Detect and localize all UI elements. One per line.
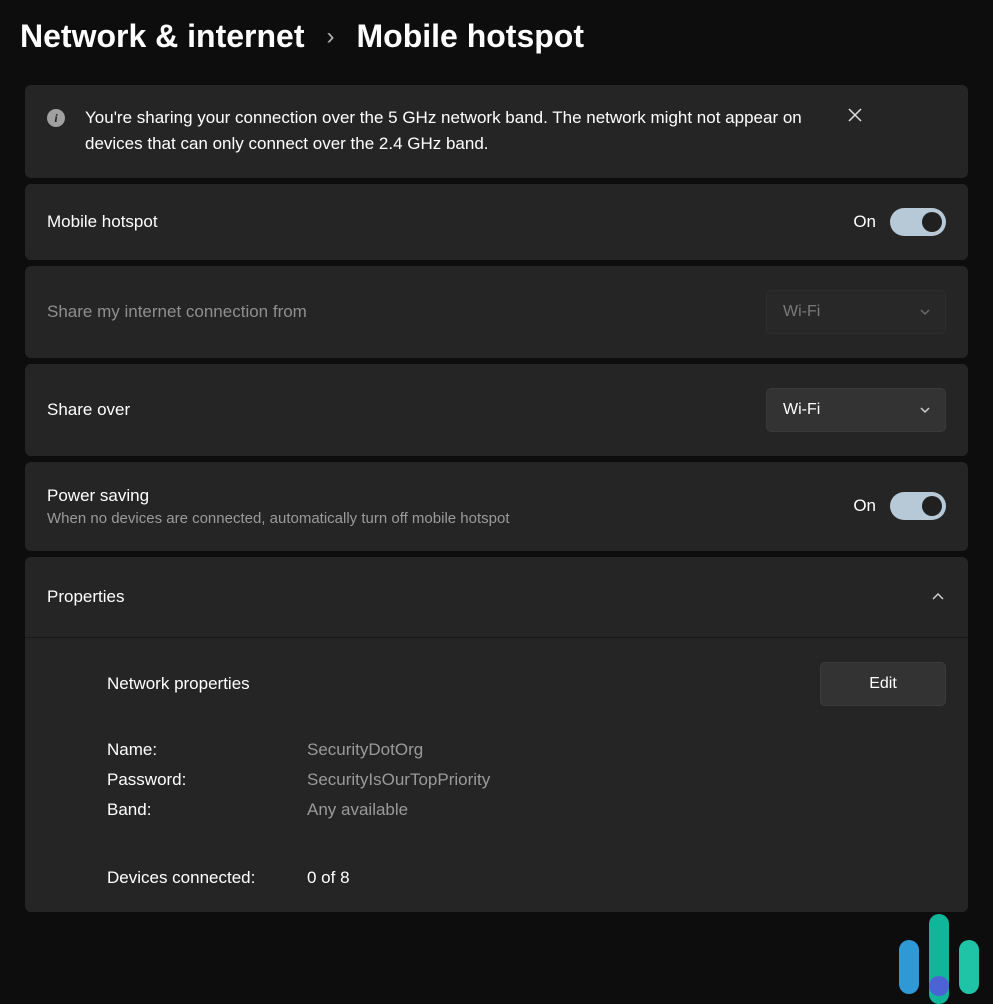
properties-card: Properties Network properties Edit Name:… bbox=[25, 557, 968, 912]
band-value: Any available bbox=[307, 800, 946, 820]
devices-value: 0 of 8 bbox=[307, 868, 946, 888]
mobile-hotspot-label: Mobile hotspot bbox=[47, 212, 158, 232]
info-icon: i bbox=[47, 109, 65, 127]
close-banner-button[interactable] bbox=[845, 105, 865, 125]
info-banner: i You're sharing your connection over th… bbox=[25, 85, 968, 178]
network-properties-label: Network properties bbox=[107, 674, 250, 694]
mobile-hotspot-row: Mobile hotspot On bbox=[25, 184, 968, 260]
info-banner-text: You're sharing your connection over the … bbox=[85, 105, 825, 158]
name-value: SecurityDotOrg bbox=[307, 740, 946, 760]
edit-button[interactable]: Edit bbox=[820, 662, 946, 706]
toggle-knob bbox=[922, 212, 942, 232]
chevron-down-icon bbox=[919, 306, 931, 318]
properties-body: Network properties Edit Name: SecurityDo… bbox=[25, 638, 968, 912]
share-over-label: Share over bbox=[47, 400, 130, 420]
name-key: Name: bbox=[107, 740, 307, 760]
share-from-value: Wi-Fi bbox=[783, 303, 820, 321]
share-over-row: Share over Wi-Fi bbox=[25, 364, 968, 456]
properties-expander[interactable]: Properties bbox=[25, 557, 968, 638]
chevron-up-icon bbox=[930, 589, 946, 605]
properties-header-label: Properties bbox=[47, 587, 124, 607]
mobile-hotspot-state: On bbox=[853, 212, 876, 232]
mobile-hotspot-toggle[interactable] bbox=[890, 208, 946, 236]
band-key: Band: bbox=[107, 800, 307, 820]
share-over-dropdown[interactable]: Wi-Fi bbox=[766, 388, 946, 432]
share-from-label: Share my internet connection from bbox=[47, 302, 307, 322]
breadcrumb-current: Mobile hotspot bbox=[356, 18, 584, 55]
share-from-dropdown[interactable]: Wi-Fi bbox=[766, 290, 946, 334]
toggle-knob bbox=[922, 496, 942, 516]
power-saving-row: Power saving When no devices are connect… bbox=[25, 462, 968, 551]
breadcrumb-parent[interactable]: Network & internet bbox=[20, 18, 304, 55]
chevron-down-icon bbox=[919, 404, 931, 416]
brand-logo bbox=[899, 904, 979, 994]
devices-key: Devices connected: bbox=[107, 868, 307, 888]
power-saving-label: Power saving bbox=[47, 486, 510, 506]
close-icon bbox=[847, 107, 863, 123]
password-key: Password: bbox=[107, 770, 307, 790]
password-value: SecurityIsOurTopPriority bbox=[307, 770, 946, 790]
share-over-value: Wi-Fi bbox=[783, 401, 820, 419]
breadcrumb: Network & internet › Mobile hotspot bbox=[0, 0, 993, 85]
power-saving-state: On bbox=[853, 496, 876, 516]
power-saving-toggle[interactable] bbox=[890, 492, 946, 520]
power-saving-sub: When no devices are connected, automatic… bbox=[47, 510, 510, 527]
chevron-right-icon: › bbox=[326, 23, 334, 51]
share-from-row: Share my internet connection from Wi-Fi bbox=[25, 266, 968, 358]
